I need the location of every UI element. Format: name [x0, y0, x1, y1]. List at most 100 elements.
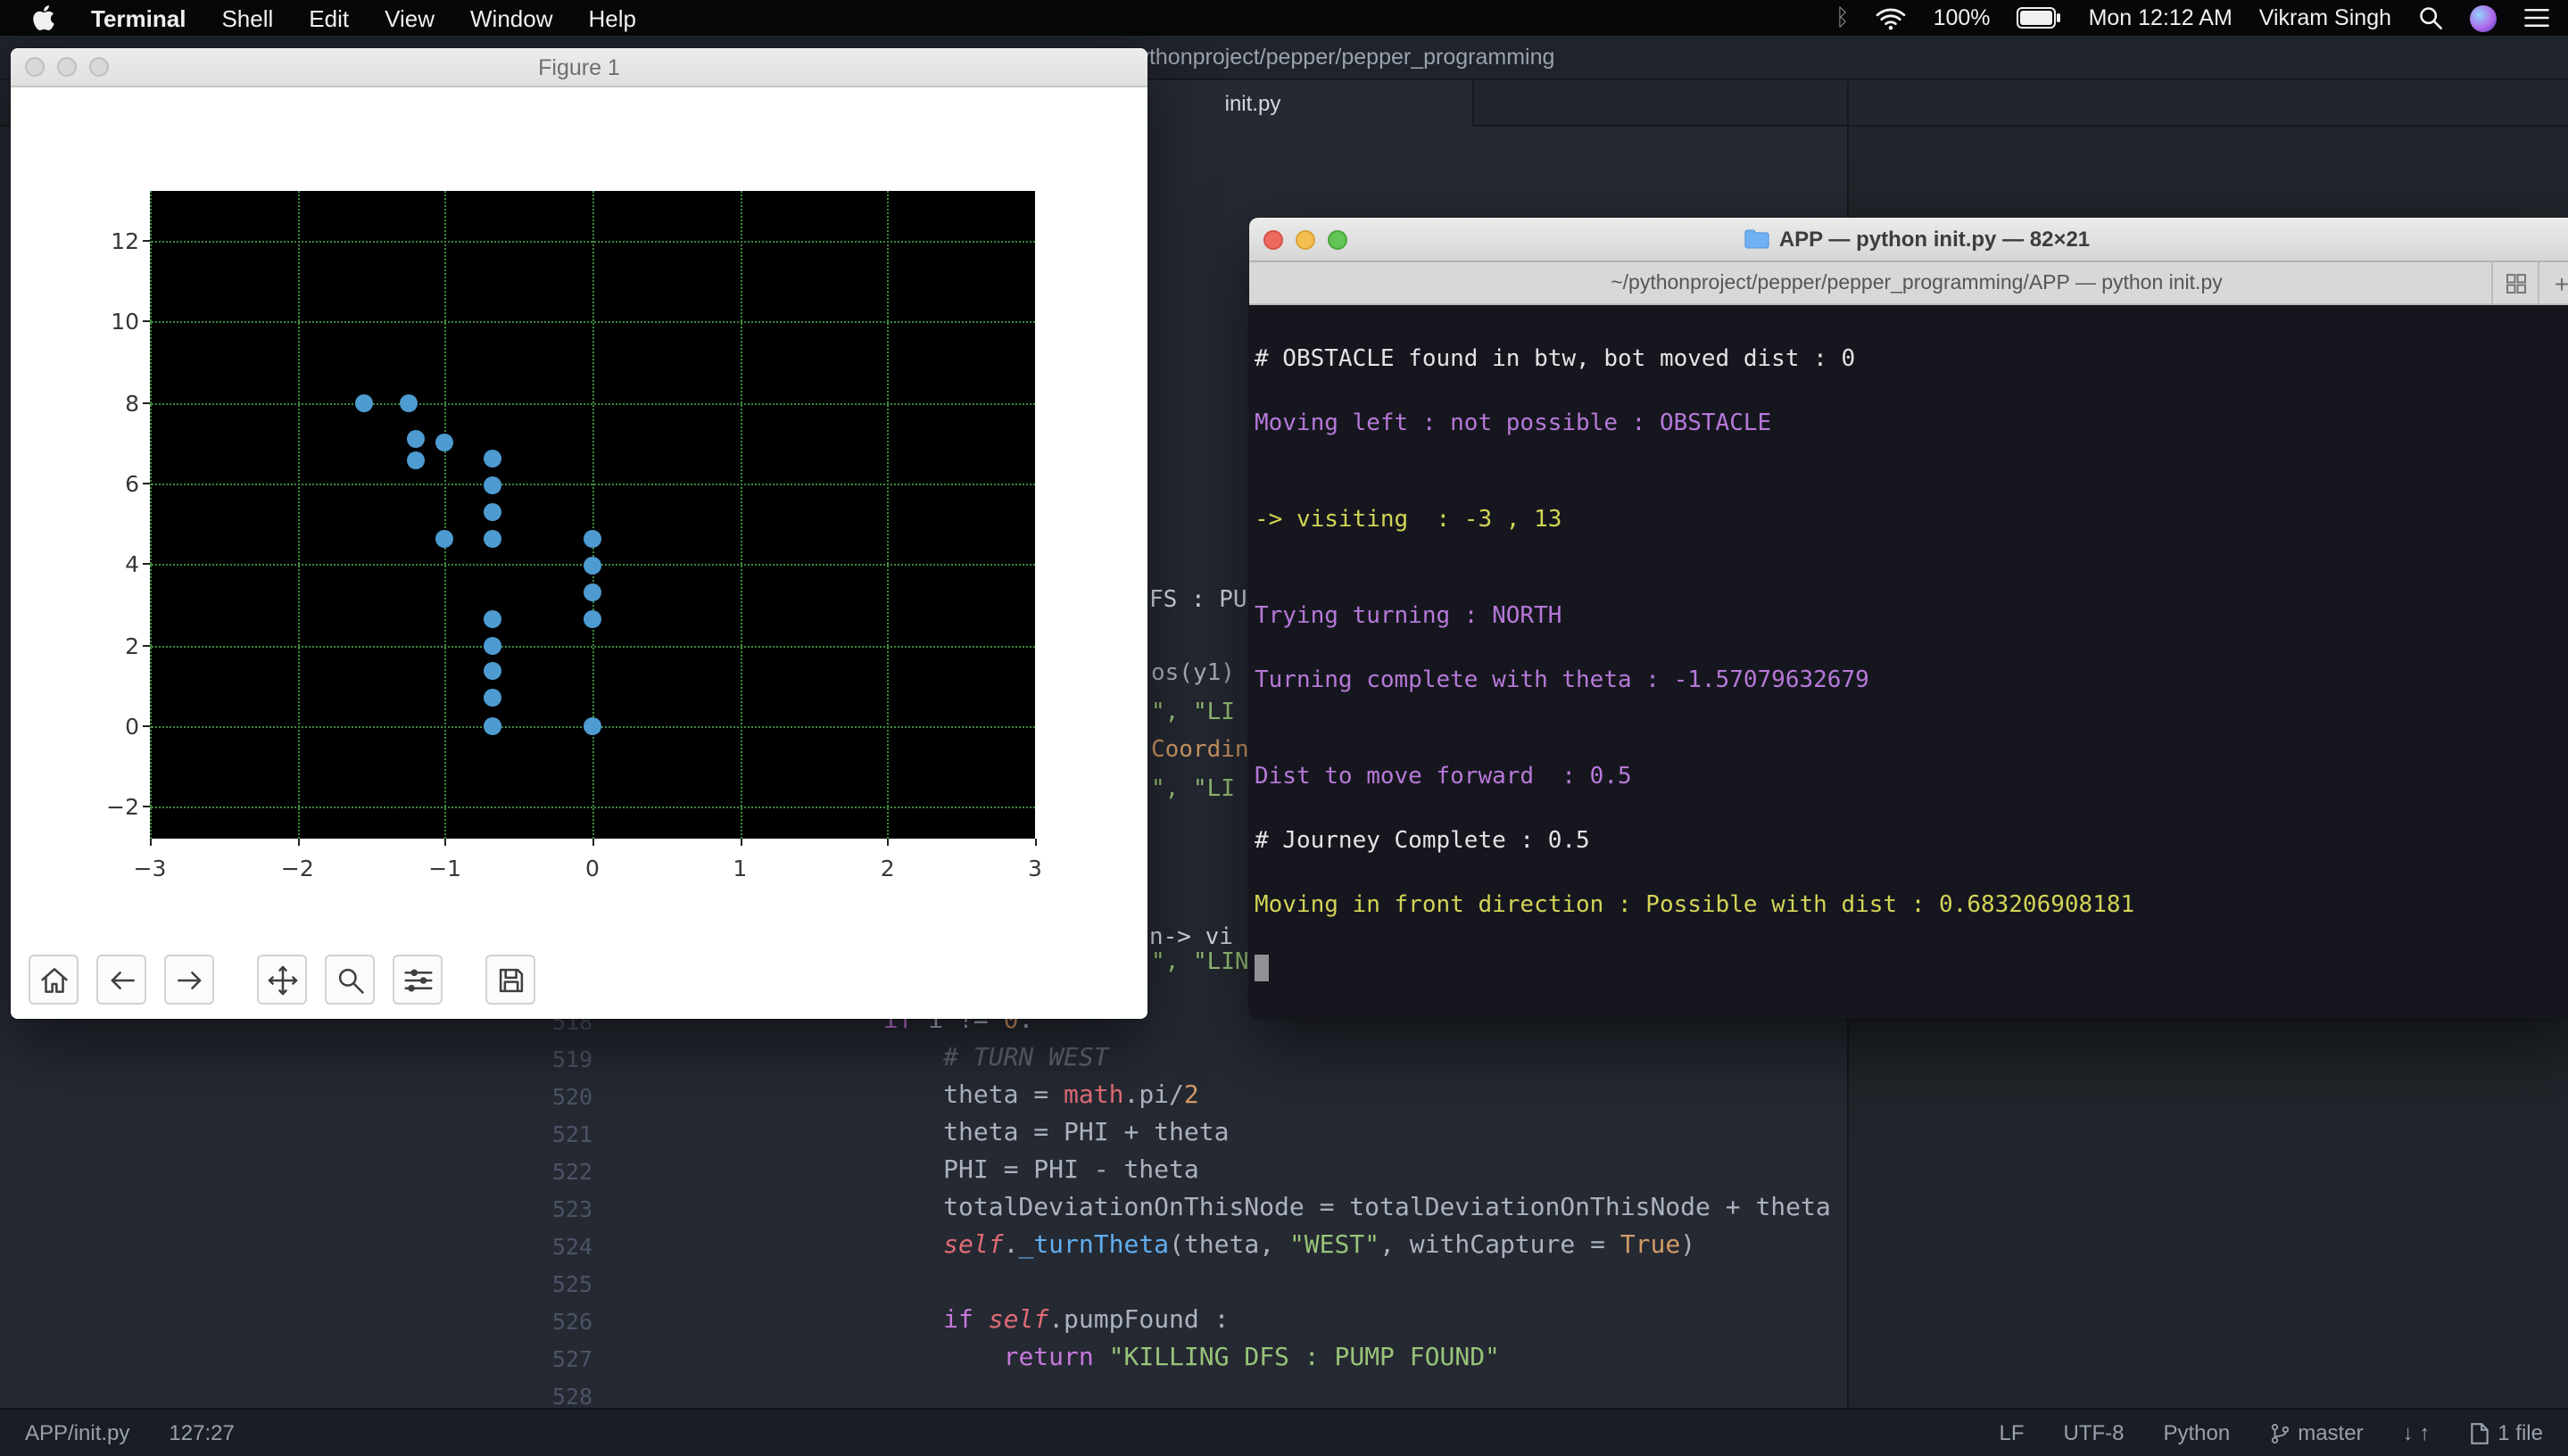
minimize-button[interactable]	[57, 57, 77, 77]
x-tick-mark	[1035, 839, 1037, 846]
figure-toolbar	[29, 955, 553, 1005]
terminal-line: Turning complete with theta : -1.5707963…	[1255, 667, 1869, 694]
configure-button[interactable]	[393, 955, 443, 1005]
menu-help[interactable]: Help	[589, 4, 637, 31]
terminal-line: # Journey Complete : 0.5	[1255, 828, 1590, 855]
status-file-count[interactable]: 1 file	[2469, 1420, 2543, 1445]
scatter-point	[483, 689, 501, 707]
close-button[interactable]	[1263, 229, 1283, 249]
code-fragment: FS : PU	[1149, 587, 1247, 614]
user-menu[interactable]: Vikram Singh	[2259, 5, 2391, 30]
pan-button[interactable]	[257, 955, 307, 1005]
grid-line-horizontal	[150, 402, 1035, 405]
line-number: 519	[551, 1046, 592, 1072]
new-tab-plus-icon[interactable]: +	[2538, 262, 2568, 303]
save-button[interactable]	[485, 955, 535, 1005]
terminal-output[interactable]: # OBSTACLE found in btw, bot moved dist …	[1249, 305, 2568, 1019]
terminal-window-title: APP — python init.py — 82×21	[1249, 227, 2568, 252]
grid-line-horizontal	[150, 321, 1035, 324]
terminal-title-text: APP — python init.py — 82×21	[1778, 227, 2091, 252]
scatter-point	[483, 502, 501, 521]
line-number: 524	[551, 1233, 592, 1260]
minimize-button[interactable]	[1296, 229, 1315, 249]
terminal-titlebar[interactable]: APP — python init.py — 82×21	[1249, 218, 2568, 262]
line-number: 523	[551, 1195, 592, 1222]
git-fetch-arrows-icon[interactable]: ↓ ↑	[2403, 1420, 2431, 1445]
status-cursor-position[interactable]: 127:27	[169, 1420, 234, 1445]
code-line[interactable]: 521 theta = PHI + theta	[525, 1115, 2381, 1153]
code-area[interactable]: 518 if i != 0: 519 # TURN WEST 520 theta =…	[525, 1003, 2381, 1415]
menu-view[interactable]: View	[385, 4, 435, 31]
bluetooth-icon[interactable]: ᛒ	[1835, 4, 1850, 31]
file-icon	[2470, 1422, 2489, 1444]
line-number: 522	[551, 1158, 592, 1185]
code-line[interactable]: 519 # TURN WEST	[525, 1040, 2381, 1078]
figure-titlebar[interactable]: Figure 1	[11, 48, 1147, 87]
status-right: LF UTF-8 Python master ↓ ↑ 1 file	[1999, 1420, 2543, 1445]
status-file-path[interactable]: APP/init.py	[25, 1420, 129, 1445]
home-button[interactable]	[29, 955, 79, 1005]
back-button[interactable]	[96, 955, 146, 1005]
battery-icon[interactable]	[2017, 7, 2062, 29]
spotlight-search-icon[interactable]	[2418, 5, 2443, 30]
menu-items: Shell Edit View Window Help	[221, 4, 636, 31]
y-tick-label: 2	[125, 632, 139, 659]
terminal-tab-title[interactable]: ~/pythonproject/pepper/pepper_programmin…	[1249, 272, 2568, 294]
menu-bar: Terminal Shell Edit View Window Help ᛒ 100% …	[0, 0, 2568, 36]
file-count-label: 1 file	[2498, 1420, 2543, 1445]
status-language[interactable]: Python	[2164, 1420, 2231, 1445]
x-tick-mark	[592, 839, 594, 846]
scatter-point	[483, 636, 501, 655]
code-line[interactable]: 527 return "KILLING DFS : PUMP FOUND"	[525, 1340, 2381, 1377]
y-tick-mark	[143, 320, 150, 323]
status-encoding[interactable]: UTF-8	[2064, 1420, 2125, 1445]
scatter-point	[584, 716, 601, 735]
desktop: Terminal Shell Edit View Window Help ᛒ 100% …	[0, 0, 2568, 1456]
menu-window[interactable]: Window	[470, 4, 553, 31]
x-tick-label: 2	[880, 855, 895, 881]
zoom-button[interactable]	[89, 57, 109, 77]
menu-edit[interactable]: Edit	[309, 4, 349, 31]
code-line[interactable]: 522 PHI = PHI - theta	[525, 1153, 2381, 1190]
terminal-line: Trying turning : NORTH	[1255, 603, 1562, 630]
code-line[interactable]: 524 self._turnTheta(theta, "WEST", withC…	[525, 1228, 2381, 1265]
figure-traffic-lights	[25, 48, 109, 86]
zoom-button[interactable]	[325, 955, 375, 1005]
code-line[interactable]: 525	[525, 1265, 2381, 1303]
git-branch-icon	[2271, 1423, 2289, 1444]
app-menu-terminal[interactable]: Terminal	[91, 4, 186, 31]
terminal-cursor	[1255, 955, 1269, 981]
forward-button[interactable]	[164, 955, 214, 1005]
menu-shell[interactable]: Shell	[221, 4, 273, 31]
wifi-icon[interactable]	[1876, 6, 1907, 29]
menu-bar-clock[interactable]: Mon 12:12 AM	[2089, 5, 2233, 30]
status-line-ending[interactable]: LF	[1999, 1420, 2024, 1445]
scatter-point	[584, 529, 601, 548]
y-tick-label: 6	[125, 469, 139, 497]
code-line[interactable]: 520 theta = math.pi/2	[525, 1078, 2381, 1115]
zoom-button[interactable]	[1328, 229, 1347, 249]
code-line[interactable]: 526 if self.pumpFound :	[525, 1303, 2381, 1340]
terminal-line: Moving in front direction : Possible wit…	[1255, 892, 2135, 919]
apple-menu[interactable]	[32, 4, 55, 32]
split-pane-icon[interactable]	[2491, 262, 2538, 303]
siri-icon[interactable]	[2470, 4, 2497, 31]
line-number: 525	[551, 1270, 592, 1297]
grid-line-horizontal	[150, 483, 1035, 485]
code-line[interactable]: 523 totalDeviationOnThisNode = totalDevi…	[525, 1190, 2381, 1228]
notification-center-icon[interactable]	[2523, 7, 2550, 29]
scatter-point	[483, 716, 501, 735]
code-fragment: os(y1)	[1151, 660, 1235, 687]
y-tick-mark	[143, 563, 150, 566]
y-tick-label: 10	[111, 308, 139, 335]
status-git-branch[interactable]: master	[2269, 1420, 2364, 1445]
close-button[interactable]	[25, 57, 45, 77]
